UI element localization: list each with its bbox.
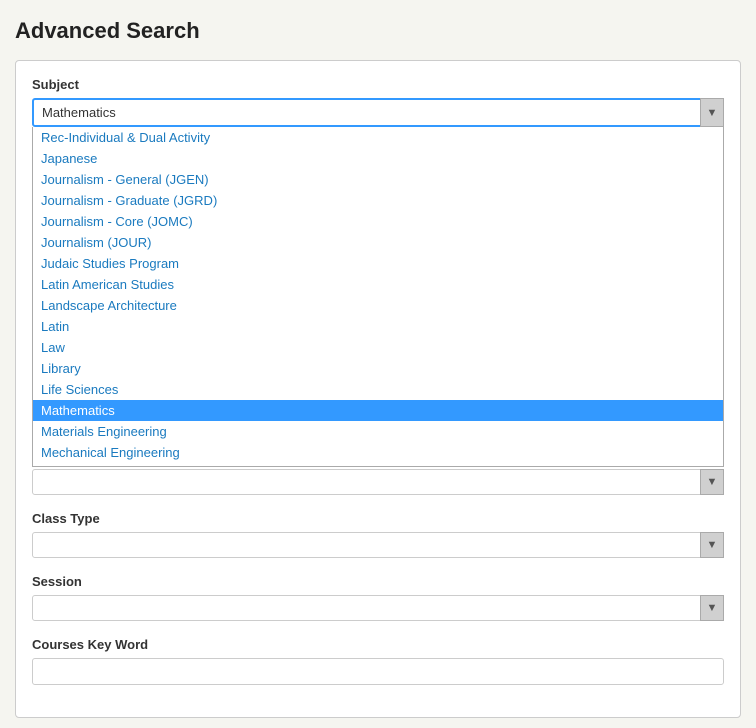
- subject-label: Subject: [32, 77, 724, 92]
- list-item[interactable]: Journalism - Core (JOMC): [33, 211, 723, 232]
- list-item[interactable]: Latin American Studies: [33, 274, 723, 295]
- arrow-icon: ▼: [707, 107, 718, 119]
- list-item[interactable]: Journalism (JOUR): [33, 232, 723, 253]
- session-wrapper[interactable]: ▼: [32, 595, 724, 621]
- class-type-select[interactable]: [32, 532, 724, 558]
- subject-dropdown-arrow[interactable]: ▼: [700, 98, 724, 127]
- arrow-icon-2: ▼: [707, 476, 718, 488]
- main-panel: Subject Mathematics ▼ Rec-Individual & D…: [15, 60, 741, 718]
- subject-select-display[interactable]: Mathematics: [32, 98, 724, 127]
- subject-extra-wrapper[interactable]: ▼: [32, 469, 724, 495]
- keyword-label: Courses Key Word: [32, 637, 724, 652]
- session-select[interactable]: [32, 595, 724, 621]
- list-item[interactable]: Life Sciences: [33, 379, 723, 400]
- list-item[interactable]: Journalism - Graduate (JGRD): [33, 190, 723, 211]
- list-item[interactable]: Landscape Architecture: [33, 295, 723, 316]
- subject-extra-select[interactable]: [32, 469, 724, 495]
- class-type-arrow-icon: ▼: [707, 539, 718, 551]
- keyword-section: Courses Key Word: [32, 637, 724, 685]
- session-label: Session: [32, 574, 724, 589]
- list-item[interactable]: Latin: [33, 316, 723, 337]
- session-arrow-icon: ▼: [707, 602, 718, 614]
- class-type-arrow[interactable]: ▼: [700, 532, 724, 558]
- keyword-input[interactable]: [32, 658, 724, 685]
- list-item[interactable]: Materials Engineering: [33, 421, 723, 442]
- class-type-section: Class Type ▼: [32, 511, 724, 558]
- class-type-wrapper[interactable]: ▼: [32, 532, 724, 558]
- list-item[interactable]: Rec-Individual & Dual Activity: [33, 127, 723, 148]
- page-title: Advanced Search: [15, 18, 741, 44]
- subject-section: Subject Mathematics ▼ Rec-Individual & D…: [32, 77, 724, 495]
- list-item[interactable]: Meteorology: [33, 463, 723, 467]
- list-item[interactable]: Mechanical Engineering: [33, 442, 723, 463]
- session-section: Session ▼: [32, 574, 724, 621]
- subject-dropdown-list[interactable]: Rec-Individual & Dual ActivityJapaneseJo…: [32, 127, 724, 467]
- list-item[interactable]: Journalism - General (JGEN): [33, 169, 723, 190]
- list-item[interactable]: Japanese: [33, 148, 723, 169]
- list-item[interactable]: Mathematics: [33, 400, 723, 421]
- list-item[interactable]: Judaic Studies Program: [33, 253, 723, 274]
- subject-extra-arrow[interactable]: ▼: [700, 469, 724, 495]
- list-item[interactable]: Law: [33, 337, 723, 358]
- class-type-label: Class Type: [32, 511, 724, 526]
- list-item[interactable]: Library: [33, 358, 723, 379]
- subject-select-wrapper[interactable]: Mathematics ▼: [32, 98, 724, 127]
- session-arrow[interactable]: ▼: [700, 595, 724, 621]
